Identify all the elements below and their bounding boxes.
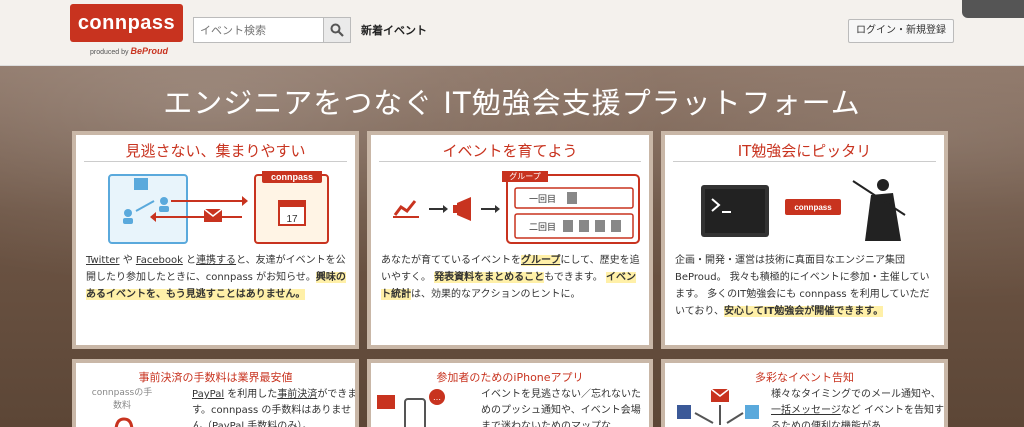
logo-produced-by: produced by BeProud [90, 46, 168, 56]
card-title: IT勉強会にピッタリ [673, 135, 936, 162]
fee-side-label: connpassの手数料 [91, 388, 153, 411]
feature-title: 事前決済の手数料は業界最安値 [138, 371, 293, 384]
twitter-icon [745, 405, 759, 419]
card-text: Twitter や Facebook と連携すると、友達がイベントを公開したり参… [86, 252, 347, 303]
megaphone-icon [457, 197, 471, 221]
text-segment: と [182, 255, 197, 266]
feature-card-notify: 見逃さない、集まりやすい connpass 17 Twitter や Faceb… [72, 131, 359, 349]
facebook-icon [677, 405, 691, 419]
twitter-link[interactable]: Twitter [86, 255, 120, 266]
card-text: あなたが育てているイベントをグループにして、歴史を追いやすく。 発表資料をまとめ… [381, 252, 641, 303]
feature-text: PayPal を利用した事前決済ができます。connpass の手数料はありませ… [192, 387, 355, 427]
feature-card-group: イベントを育てよう グループ 一回目 二回目 あなたが育てているイベントをグルー… [367, 131, 653, 349]
beproud-brand: BeProud [130, 46, 168, 56]
search-button[interactable] [323, 18, 350, 42]
text-segment: や [119, 255, 136, 266]
phone-icon [404, 398, 426, 427]
svg-text:一回目: 一回目 [529, 194, 556, 205]
feature-text: 様々なタイミングでのメール通知や、一括メッセージなど イベントを告知するための便… [771, 387, 944, 427]
hero-title: エンジニアをつなぐ IT勉強会支援プラットフォーム [163, 86, 861, 120]
text-segment: は、効果的なアクションのヒントに。 [411, 289, 581, 300]
announce-illustration [677, 388, 759, 425]
nav-new-events[interactable]: 新着イベント [361, 22, 427, 38]
highlight-text: 発表資料をまとめること [434, 272, 545, 283]
search-box [193, 17, 351, 43]
facebook-link[interactable]: Facebook [136, 255, 183, 266]
coin-icon [114, 417, 134, 427]
chart-icon [393, 200, 417, 216]
feature-payment: 事前決済の手数料は業界最安値 connpassの手数料 PayPal を利用した… [72, 359, 359, 427]
social-notify-illustration: connpass 17 [108, 171, 329, 244]
card-title: 見逃さない、集まりやすい [84, 135, 347, 162]
text-segment: あなたが育てているイベントを [381, 255, 521, 266]
bulk-message-link[interactable]: 一括メッセージ [771, 405, 841, 416]
samurai-icon [877, 179, 889, 191]
svg-text:…: … [433, 393, 441, 402]
svg-text:connpass: connpass [794, 203, 832, 212]
feature-announcement: 多彩なイベント告知 様々なタイミングでのメール通知や、一括メッセージなど イベン… [661, 359, 948, 427]
iphone-app-illustration: … [377, 389, 445, 427]
feature-title: 多彩なイベント告知 [755, 371, 854, 384]
search-input[interactable] [194, 18, 324, 42]
twitter-icon [134, 178, 148, 190]
svg-text:二回目: 二回目 [529, 222, 556, 233]
search-icon [330, 23, 344, 37]
corner-decoration [962, 0, 1024, 18]
event-group-illustration: グループ 一回目 二回目 [393, 171, 640, 244]
feature-title: 参加者のためのiPhoneアプリ [436, 371, 584, 384]
highlight-text: 安心してIT勉強会が開催できます。 [724, 306, 884, 317]
login-signup-button[interactable]: ログイン・新規登録 [848, 19, 954, 43]
produced-by-text: produced by [90, 49, 129, 56]
card-text: 企画・開発・運営は技術に真面目なエンジニア集団 BeProud。 我々も積極的に… [675, 252, 936, 320]
card-title: イベントを育てよう [379, 135, 641, 162]
paypal-link[interactable]: PayPal [192, 389, 224, 400]
feature-card-study: IT勉強会にピッタリ connpass 企画・開発・運営は技術に真面目なエンジニ… [661, 131, 948, 349]
feature-iphone-app: 参加者のためのiPhoneアプリ … イベントを見逃さない／忘れないためのプッシ… [367, 359, 653, 427]
svg-text:グループ: グループ [509, 171, 541, 181]
text-segment: もできます。 [544, 272, 603, 283]
feature-text: イベントを見逃さない／忘れないためのプッシュ通知や、イベント会場まで迷わないため… [481, 389, 641, 427]
svg-text:17: 17 [286, 214, 298, 225]
group-link[interactable]: グループ [521, 255, 561, 266]
text-segment: 様々なタイミングでのメール通知や、 [771, 389, 941, 400]
site-header: connpass produced by BeProud 新着イベント ログイン… [0, 0, 1024, 66]
svg-text:connpass: connpass [271, 172, 313, 182]
book-icon [377, 395, 395, 409]
connpass-logo[interactable]: connpass [70, 4, 183, 42]
prepay-link[interactable]: 事前決済 [277, 389, 317, 400]
text-segment: を利用した [224, 389, 278, 400]
integrate-link[interactable]: 連携する [196, 255, 236, 266]
terminal-samurai-illustration: connpass [701, 179, 906, 241]
